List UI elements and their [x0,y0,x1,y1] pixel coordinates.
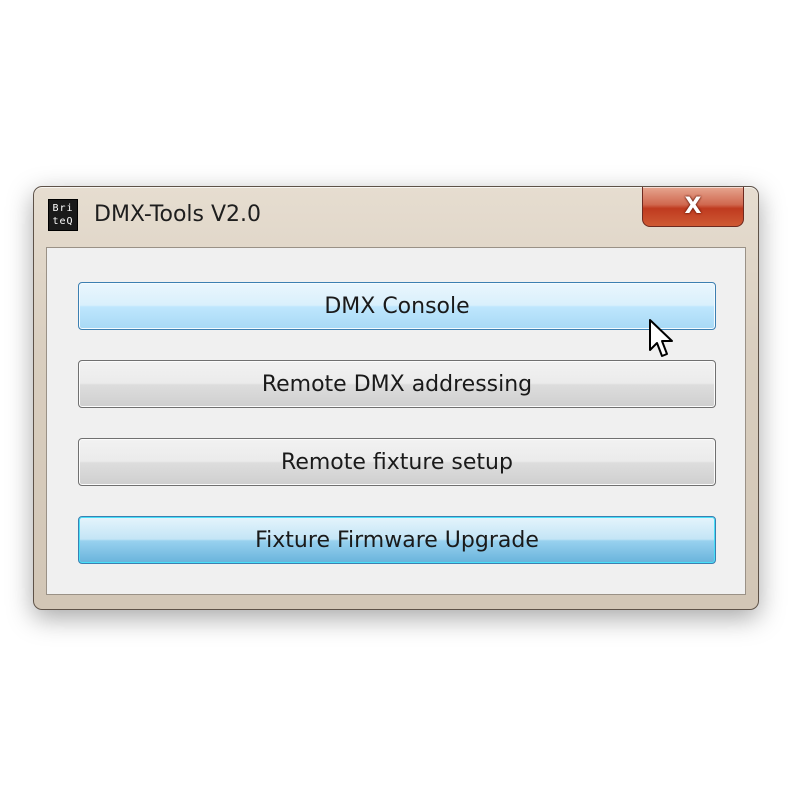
remote-dmx-addressing-button[interactable]: Remote DMX addressing [78,360,716,408]
client-area: DMX Console Remote DMX addressing Remote… [46,247,746,595]
mouse-pointer-icon [649,319,673,357]
close-icon: X [684,194,702,219]
window-title: DMX-Tools V2.0 [94,202,262,227]
fixture-firmware-upgrade-button[interactable]: Fixture Firmware Upgrade [78,516,716,564]
logo-line-1: Bri [52,203,74,214]
dmx-tools-window: Bri teQ DMX-Tools V2.0 X DMX Console Rem… [33,186,759,610]
logo-line-2: teQ [52,216,74,227]
remote-fixture-setup-button[interactable]: Remote fixture setup [78,438,716,486]
title-bar[interactable]: Bri teQ DMX-Tools V2.0 X [34,187,758,245]
britq-logo-icon[interactable]: Bri teQ [48,199,78,231]
screen: Bri teQ DMX-Tools V2.0 X DMX Console Rem… [0,0,800,800]
dmx-console-button[interactable]: DMX Console [78,282,716,330]
close-button[interactable]: X [642,187,744,227]
